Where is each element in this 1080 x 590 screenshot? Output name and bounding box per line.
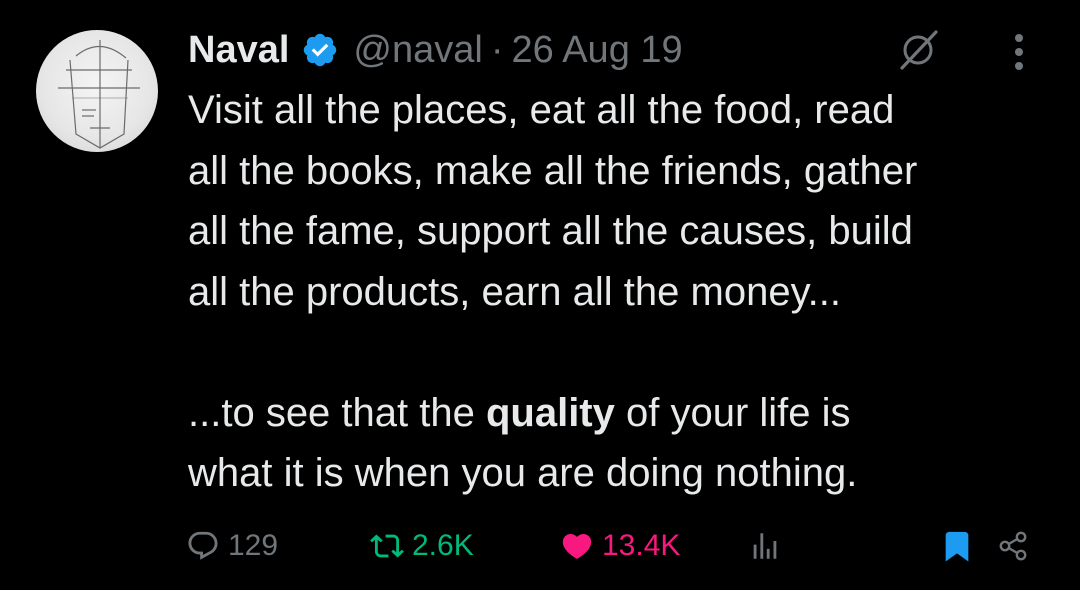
bookmark-button[interactable] <box>940 522 974 570</box>
tweet-text-segment: of your life is <box>614 390 851 435</box>
tweet-text: Visit all the places, eat all the food, … <box>188 80 1058 504</box>
retweet-count: 2.6K <box>412 529 474 562</box>
like-button[interactable]: 13.4K <box>560 522 680 570</box>
tweet-line: Visit all the places, eat all the food, … <box>188 88 895 132</box>
tweet-line: ...to see that the quality of your life … <box>188 383 1058 444</box>
reply-count: 129 <box>228 529 279 562</box>
tweet-header: Naval @naval · 26 Aug 19 <box>188 22 683 78</box>
sketched-face-avatar-icon <box>58 40 140 149</box>
tweet-bold-word: quality <box>485 390 615 435</box>
display-name[interactable]: Naval <box>188 29 289 72</box>
views-button[interactable] <box>748 522 790 570</box>
action-bar: 129 2.6K 13.4K <box>0 522 1080 570</box>
tweet-date[interactable]: 26 Aug 19 <box>511 29 682 72</box>
retweet-icon <box>370 529 404 563</box>
retweet-button[interactable]: 2.6K <box>370 522 474 570</box>
grok-icon[interactable] <box>896 28 940 72</box>
reply-icon <box>186 529 220 563</box>
share-button[interactable] <box>996 522 1030 570</box>
heart-filled-icon <box>560 529 594 563</box>
tweet-card[interactable]: Naval @naval · 26 Aug 19 Visit all the p… <box>0 0 1080 590</box>
verified-badge-icon[interactable] <box>301 31 339 69</box>
tweet-line: all the products, earn all the money... <box>188 269 841 314</box>
handle[interactable]: @naval <box>353 29 482 72</box>
avatar[interactable] <box>36 30 158 152</box>
tweet-line: all the books, make all the friends, gat… <box>188 148 918 193</box>
reply-button[interactable]: 129 <box>186 522 278 570</box>
like-count: 13.4K <box>602 529 681 562</box>
share-icon <box>996 529 1030 563</box>
analytics-bar-icon <box>748 529 782 563</box>
tweet-text-segment: ...to see that the <box>188 390 486 435</box>
bookmark-filled-icon <box>940 529 974 563</box>
tweet-line: what it is when you are doing nothing. <box>188 451 858 495</box>
separator-dot: · <box>490 28 504 71</box>
more-vertical-icon[interactable] <box>1002 30 1036 74</box>
tweet-line: all the fame, support all the causes, bu… <box>188 209 913 253</box>
